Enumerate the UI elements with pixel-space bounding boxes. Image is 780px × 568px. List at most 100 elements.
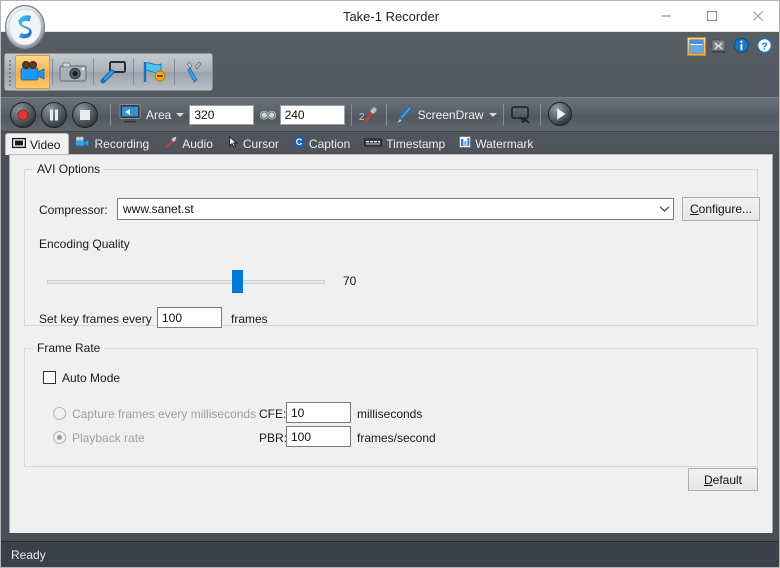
encoding-quality-slider-track[interactable] [47,280,325,284]
compressor-label: Compressor: [39,203,108,217]
tab-label: Video [30,138,60,152]
capture-width-input[interactable] [189,105,254,125]
svg-text:2: 2 [359,112,365,123]
keyframe-interval-input[interactable] [157,307,222,328]
default-button[interactable]: Default [688,468,758,491]
keyframe-unit-label: frames [231,312,268,326]
encoding-quality-label: Encoding Quality [39,237,130,251]
capture-frames-label[interactable]: Capture frames every milliseconds [72,407,256,421]
transport-toolbar: Area ◉◉ 2 [1,97,780,132]
frame-rate-title: Frame Rate [33,341,104,355]
keyframe-label: Set key frames every [39,312,152,326]
stop-button[interactable] [71,101,99,129]
window-bottom-fill [1,533,780,541]
film-icon [12,137,26,152]
area-label: Area [146,108,171,122]
callout-icon[interactable] [510,105,534,125]
window-mini-toolbar: ? [687,36,775,56]
tab-label: Timestamp [386,137,445,151]
toolbar-separator [93,59,94,85]
area-dropdown-caret-icon[interactable] [176,113,184,117]
monitor-icon[interactable] [119,103,141,126]
link-dimensions-icon[interactable]: ◉◉ [259,108,274,121]
info-icon[interactable] [733,37,752,56]
cfe-input[interactable] [286,402,351,423]
title-bar: Take-1 Recorder [1,1,780,32]
frame-rate-group: Frame Rate Auto Mode Capture frames ever… [24,348,758,467]
chevron-down-icon [655,199,673,219]
svg-text:C: C [296,137,303,147]
svg-text:?: ? [761,41,767,52]
radio-dot [57,435,62,440]
tab-video[interactable]: Video [5,133,69,155]
pbr-unit-label: frames/second [357,431,436,445]
encoding-quality-slider-thumb[interactable] [232,270,243,293]
tools-mode-icon[interactable] [177,55,212,89]
compressor-dropdown[interactable]: www.sanet.st [117,198,674,220]
status-bar: Ready [1,541,780,567]
auto-mode-checkbox[interactable] [43,371,56,384]
configure-button[interactable]: Configure... [682,197,760,221]
screendraw-dropdown-caret-icon[interactable] [489,113,497,117]
tab-timestamp[interactable]: Timestamp [358,133,453,154]
playback-rate-label[interactable]: Playback rate [72,431,145,445]
maximize-button[interactable] [689,1,735,31]
capture-height-input[interactable] [280,105,345,125]
minimize-button[interactable] [643,1,689,31]
tab-label: Caption [309,137,350,151]
avi-options-title: AVI Options [33,162,104,176]
auto-mode-label[interactable]: Auto Mode [62,371,120,385]
toolbar-grip[interactable] [6,57,15,87]
microphone-icon[interactable]: 2 [358,105,380,125]
pen-icon[interactable] [393,105,415,125]
magnifier-mode-icon[interactable] [96,55,131,89]
compressor-value: www.sanet.st [118,202,655,216]
pause-button[interactable] [40,101,68,129]
timestamp-icon [364,137,382,151]
app-logo-icon [4,4,46,50]
flag-mode-icon[interactable] [136,55,171,89]
toolbar-separator [503,104,504,126]
toolbar-separator [386,104,387,126]
camera-mode-icon[interactable] [55,55,90,89]
tab-watermark[interactable]: Watermark [453,133,541,154]
area-group: Area ◉◉ [119,103,345,126]
record-button[interactable] [9,101,37,129]
toolbar-separator [351,104,352,126]
pbr-label: PBR: [259,431,287,445]
application-window: Take-1 Recorder [0,0,780,568]
avi-options-group: AVI Options Compressor: www.sanet.st Con… [24,169,758,326]
tab-cursor[interactable]: Cursor [221,133,287,154]
video-mode-icon[interactable] [15,55,50,89]
screendraw-label: ScreenDraw [418,108,484,122]
configure-accel: C [690,202,699,216]
toolbar-separator [174,59,175,85]
play-button[interactable] [547,101,575,129]
close-button[interactable] [735,1,780,31]
tab-recording[interactable]: Recording [69,133,157,154]
tab-label: Audio [182,137,213,151]
toolbar-separator [540,104,541,126]
watermark-icon [459,136,471,151]
cfe-label: CFE: [259,407,286,421]
configure-label: onfigure... [699,202,752,216]
pbr-input[interactable] [286,426,351,447]
capture-frames-radio[interactable] [53,407,66,420]
default-label: efault [713,473,742,487]
pointer-icon [227,136,239,151]
mic-icon [163,136,178,151]
tab-label: Watermark [475,137,533,151]
caption-icon: C [293,136,305,151]
help-icon[interactable]: ? [756,37,775,56]
default-accel: D [704,473,713,487]
playback-rate-radio[interactable] [53,431,66,444]
tab-audio[interactable]: Audio [157,133,221,154]
cfe-unit-label: milliseconds [357,407,422,421]
toolbar-separator [133,59,134,85]
minimize-tray-icon[interactable] [710,37,729,56]
tab-label: Recording [94,137,149,151]
tab-caption[interactable]: C Caption [287,133,358,154]
status-text: Ready [1,548,46,562]
panel-icon[interactable] [687,37,706,56]
settings-panel: AVI Options Compressor: www.sanet.st Con… [9,154,773,540]
